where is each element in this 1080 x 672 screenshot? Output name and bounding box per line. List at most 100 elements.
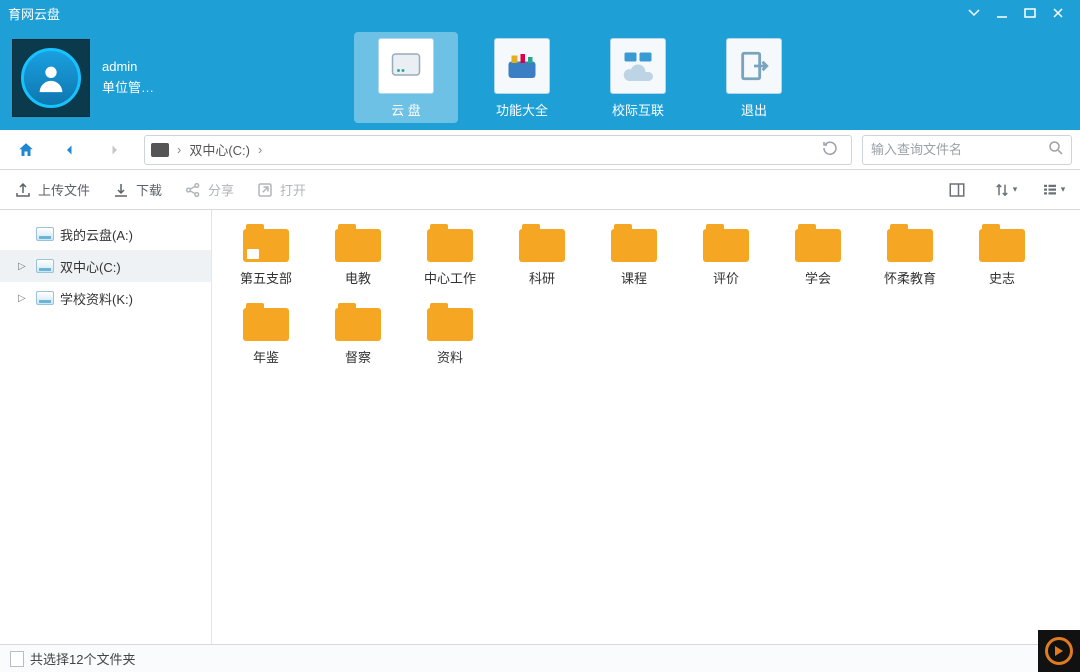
header: admin 单位管… 云 盘 功能大全 校际互联 退出 (0, 26, 1080, 130)
toolbar: 上传文件 下载 分享 打开 ▾ ▾ (0, 170, 1080, 210)
maximize-button[interactable] (1016, 0, 1044, 26)
folder-item[interactable]: 史志 (966, 224, 1038, 287)
share-button[interactable]: 分享 (184, 180, 234, 199)
folder-icon (703, 224, 749, 262)
folder-label: 史志 (966, 268, 1038, 287)
sidebar-item-label: 学校资料(K:) (60, 289, 133, 308)
sidebar-item-my-drive[interactable]: 我的云盘(A:) (0, 218, 211, 250)
drive-glyph-icon (151, 143, 169, 157)
breadcrumb-separator: › (256, 142, 264, 157)
folder-label: 督察 (322, 347, 394, 366)
search-box[interactable] (862, 135, 1072, 165)
folder-item[interactable]: 督察 (322, 303, 394, 366)
tab-label: 云 盘 (362, 100, 450, 119)
search-icon[interactable] (1047, 139, 1065, 160)
folder-label: 评价 (690, 268, 762, 287)
expander-icon[interactable]: ▷ (18, 261, 30, 272)
download-label: 下载 (136, 180, 162, 199)
play-icon (1045, 637, 1073, 665)
folder-icon (335, 224, 381, 262)
tab-label: 校际互联 (594, 100, 682, 119)
folder-item[interactable]: 年鉴 (230, 303, 302, 366)
refresh-button[interactable] (815, 139, 845, 160)
folder-item[interactable]: 怀柔教育 (874, 224, 946, 287)
drive-icon (36, 291, 54, 305)
folder-icon (979, 224, 1025, 262)
folder-item[interactable]: 资料 (414, 303, 486, 366)
folder-item[interactable]: 中心工作 (414, 224, 486, 287)
exit-icon (726, 38, 782, 94)
folder-icon (335, 303, 381, 341)
folder-label: 电教 (322, 268, 394, 287)
cloud-network-icon (610, 38, 666, 94)
user-org: 单位管… (102, 78, 154, 99)
tab-exit[interactable]: 退出 (710, 38, 798, 119)
folder-icon (611, 224, 657, 262)
sidebar: 我的云盘(A:) ▷ 双中心(C:) ▷ 学校资料(K:) (0, 210, 212, 644)
back-button[interactable] (50, 133, 90, 167)
upload-button[interactable]: 上传文件 (14, 180, 90, 199)
tab-tools[interactable]: 功能大全 (478, 38, 566, 119)
corner-player-logo[interactable] (1038, 630, 1080, 672)
folder-grid: 第五支部 电教 中心工作 科研 课程 评价 学会 怀柔教育 史志年鉴督察 资料 (230, 224, 1062, 378)
folder-item[interactable]: 评价 (690, 224, 762, 287)
search-input[interactable] (871, 142, 1047, 157)
folder-icon (427, 303, 473, 341)
folder-item[interactable]: 电教 (322, 224, 394, 287)
folder-item[interactable]: 第五支部 (230, 224, 302, 287)
folder-item[interactable]: 科研 (506, 224, 578, 287)
user-icon (34, 61, 68, 95)
sidebar-item-label: 我的云盘(A:) (60, 225, 133, 244)
expander-icon[interactable]: ▷ (18, 293, 30, 304)
tab-cloud-drive[interactable]: 云 盘 (354, 32, 458, 123)
folder-item[interactable]: 课程 (598, 224, 670, 287)
view-pane-button[interactable] (944, 177, 970, 203)
view-mode-button[interactable]: ▾ (1040, 177, 1066, 203)
title-bar: 育网云盘 (0, 0, 1080, 26)
folder-item[interactable]: 学会 (782, 224, 854, 287)
avatar[interactable] (12, 39, 90, 117)
share-label: 分享 (208, 180, 234, 199)
folder-icon (243, 303, 289, 341)
folder-label: 中心工作 (414, 268, 486, 287)
minimize-button[interactable] (988, 0, 1016, 26)
breadcrumb-path[interactable]: 双中心(C:) (189, 140, 250, 159)
close-button[interactable] (1044, 0, 1072, 26)
tab-interschool[interactable]: 校际互联 (594, 38, 682, 119)
folder-icon (795, 224, 841, 262)
sidebar-item-school-data[interactable]: ▷ 学校资料(K:) (0, 282, 211, 314)
home-button[interactable] (6, 133, 46, 167)
sort-button[interactable]: ▾ (992, 177, 1018, 203)
folder-label: 第五支部 (230, 268, 302, 287)
upload-label: 上传文件 (38, 180, 90, 199)
drive-icon (36, 259, 54, 273)
open-label: 打开 (280, 180, 306, 199)
folder-label: 资料 (414, 347, 486, 366)
download-button[interactable]: 下载 (112, 180, 162, 199)
tab-label: 退出 (710, 100, 798, 119)
status-text: 共选择12个文件夹 (30, 649, 135, 668)
folder-label: 科研 (506, 268, 578, 287)
folder-icon (243, 224, 289, 262)
open-button[interactable]: 打开 (256, 180, 306, 199)
breadcrumb[interactable]: › 双中心(C:) › (144, 135, 852, 165)
app-title: 育网云盘 (8, 4, 60, 23)
drive-icon (378, 38, 434, 94)
tab-label: 功能大全 (478, 100, 566, 119)
content-pane[interactable]: 第五支部 电教 中心工作 科研 课程 评价 学会 怀柔教育 史志年鉴督察 资料 (212, 210, 1080, 644)
sidebar-item-dual-center[interactable]: ▷ 双中心(C:) (0, 250, 211, 282)
breadcrumb-separator: › (175, 142, 183, 157)
folder-label: 课程 (598, 268, 670, 287)
forward-button[interactable] (94, 133, 134, 167)
nav-bar: › 双中心(C:) › (0, 130, 1080, 170)
menu-dropdown-icon[interactable] (960, 0, 988, 26)
drive-icon (36, 227, 54, 241)
folder-label: 怀柔教育 (874, 268, 946, 287)
folder-icon (427, 224, 473, 262)
sidebar-item-label: 双中心(C:) (60, 257, 121, 276)
folder-label: 学会 (782, 268, 854, 287)
main-tabs: 云 盘 功能大全 校际互联 退出 (362, 38, 798, 119)
toolbox-icon (494, 38, 550, 94)
body: 我的云盘(A:) ▷ 双中心(C:) ▷ 学校资料(K:) 第五支部 电教 中心工作… (0, 210, 1080, 644)
folder-icon (519, 224, 565, 262)
